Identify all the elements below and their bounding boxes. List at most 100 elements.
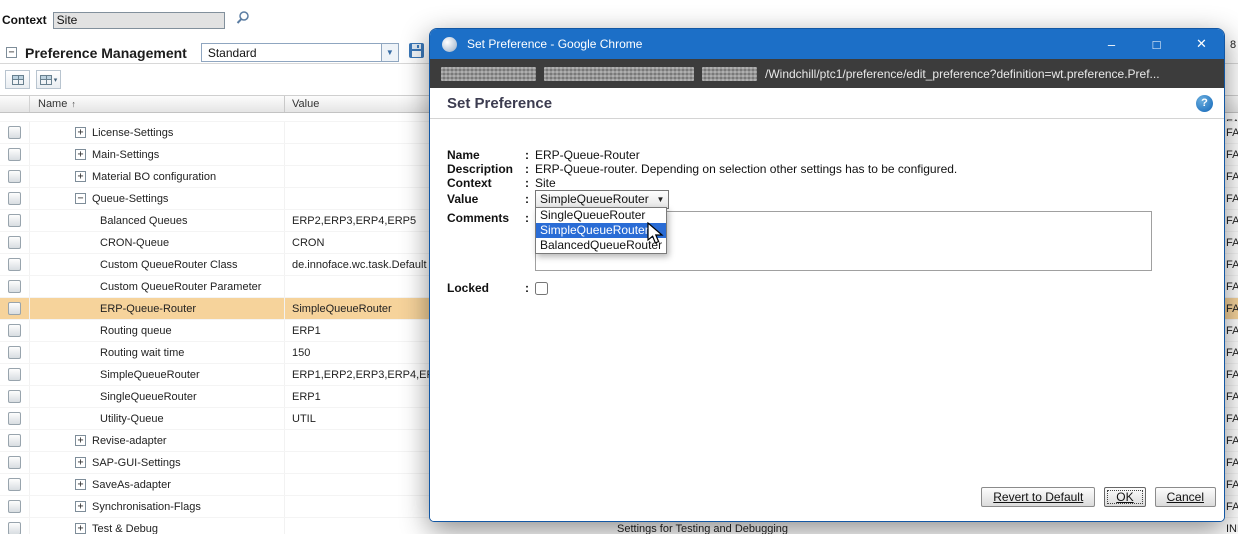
ok-button[interactable]: OK [1104, 487, 1145, 507]
row-right-fragment: FA [1226, 122, 1238, 144]
row-name-cell: + Revise-adapter [30, 430, 285, 451]
row-type-icon [0, 166, 30, 187]
screen: Context − Preference Management Standard… [0, 0, 1238, 534]
context-field-row: Context : Site [447, 176, 1204, 190]
expand-icon[interactable]: + [75, 435, 86, 446]
row-name-cell: Balanced Queues [30, 210, 285, 231]
row-type-icon [0, 276, 30, 297]
row-right-fragment: FA [1226, 298, 1238, 320]
preference-form: Name : ERP-Queue-Router Description : ER… [447, 148, 1204, 295]
expand-icon[interactable]: + [75, 501, 86, 512]
row-name: Routing queue [100, 320, 172, 341]
sort-asc-icon: ↑ [71, 99, 76, 109]
context-input[interactable] [53, 12, 225, 29]
row-right-fragment: FA [1226, 386, 1238, 408]
save-icon[interactable] [408, 42, 425, 64]
dialog-heading: Set Preference [447, 95, 1196, 112]
expand-icon[interactable]: + [75, 457, 86, 468]
row-type-icon [0, 298, 30, 319]
row-name: Queue-Settings [92, 188, 168, 209]
description-label: Description [447, 162, 525, 176]
row-name: Custom QueueRouter Parameter [100, 276, 261, 297]
revert-to-default-button[interactable]: Revert to Default [981, 487, 1095, 507]
help-icon[interactable]: ? [1196, 95, 1213, 112]
row-type-icon [0, 408, 30, 429]
row-name-cell: +Test & Debug [30, 518, 285, 534]
row-type-icon [0, 364, 30, 385]
context-value: Site [535, 176, 1204, 190]
colon: : [525, 211, 535, 271]
row-name: SingleQueueRouter [100, 386, 197, 407]
row-name-cell: Utility-Queue [30, 408, 285, 429]
row-right-fragment: FA [1226, 342, 1238, 364]
row-name: SaveAs-adapter [92, 474, 171, 495]
view-dropdown[interactable]: Standard ▼ [201, 43, 399, 62]
row-right-fragment: FA [1226, 430, 1238, 452]
toolbar: ▾ [5, 70, 61, 89]
table-view-button[interactable] [5, 70, 30, 89]
row-right-fragment: FA [1226, 166, 1238, 188]
dialog-body: Set Preference ? Name : ERP-Queue-Router… [430, 88, 1224, 521]
maximize-button[interactable]: □ [1134, 29, 1179, 59]
row-name: Main-Settings [92, 144, 159, 165]
row-name-cell: SimpleQueueRouter [30, 364, 285, 385]
row-type-icon [0, 210, 30, 231]
column-name[interactable]: Name ↑ [30, 96, 285, 112]
row-type-icon [0, 254, 30, 275]
row-right-fragment: FA [1226, 496, 1238, 518]
table-options-button[interactable]: ▾ [36, 70, 61, 89]
row-type-icon [0, 232, 30, 253]
table-icon [40, 75, 52, 85]
minimize-button[interactable]: – [1089, 29, 1134, 59]
row-name-cell: −Queue-Settings [30, 188, 285, 209]
dialog-buttons: Revert to Default OK Cancel [981, 487, 1216, 507]
row-type-icon [0, 474, 30, 495]
colon: : [525, 148, 535, 162]
row-type-icon [0, 188, 30, 209]
url-bar: /Windchill/ptc1/preference/edit_preferen… [430, 59, 1224, 88]
row-name: Revise-adapter [92, 430, 167, 451]
description-value: ERP-Queue-router. Depending on selection… [535, 162, 1204, 176]
name-label: Name [447, 148, 525, 162]
locked-field-row: Locked : [447, 280, 1204, 295]
dropdown-option[interactable]: SingleQueueRouter [536, 208, 666, 223]
row-right-fragment: FA [1226, 144, 1238, 166]
expand-icon[interactable]: + [75, 523, 86, 534]
chevron-down-icon[interactable]: ▼ [381, 44, 398, 61]
row-right-fragment: FA [1226, 232, 1238, 254]
row-right-fragment: FA [1226, 113, 1238, 122]
column-name-label: Name [38, 98, 67, 110]
row-name-cell: + Main-Settings [30, 144, 285, 165]
close-button[interactable]: ✕ [1179, 29, 1224, 59]
context-label: Context [447, 176, 525, 190]
collapse-icon[interactable]: − [75, 193, 86, 204]
row-type-icon [0, 122, 30, 143]
expand-icon[interactable]: + [75, 127, 86, 138]
row-type-icon [0, 386, 30, 407]
search-icon[interactable] [235, 10, 251, 31]
row-name-cell: +Material BO configuration [30, 166, 285, 187]
table-icon [12, 75, 24, 85]
url-text: /Windchill/ptc1/preference/edit_preferen… [765, 67, 1160, 81]
row-name-cell: Routing wait time [30, 342, 285, 363]
row-name-cell: Custom QueueRouter Parameter [30, 276, 285, 297]
redacted-block [702, 67, 757, 81]
locked-label: Locked [447, 281, 525, 295]
colon: : [525, 162, 535, 176]
background-fragment: 8 [1230, 39, 1236, 51]
expand-icon[interactable]: + [75, 171, 86, 182]
locked-checkbox[interactable] [535, 282, 548, 295]
row-name-cell: + SaveAs-adapter [30, 474, 285, 495]
row-name-cell: Routing queue [30, 320, 285, 341]
row-right-fragment: FA [1226, 254, 1238, 276]
cancel-button[interactable]: Cancel [1155, 487, 1216, 507]
row-right-fragment: FA [1226, 452, 1238, 474]
row-name: CRON-Queue [100, 232, 169, 253]
expand-icon[interactable]: + [75, 149, 86, 160]
expand-icon[interactable]: + [75, 479, 86, 490]
window-titlebar[interactable]: Set Preference - Google Chrome – □ ✕ [430, 29, 1224, 59]
row-right-fragment: INNOFA [1226, 518, 1238, 534]
collapse-icon[interactable]: − [6, 47, 17, 58]
icon-column-header [0, 96, 30, 112]
set-preference-window: Set Preference - Google Chrome – □ ✕ /Wi… [429, 28, 1225, 522]
